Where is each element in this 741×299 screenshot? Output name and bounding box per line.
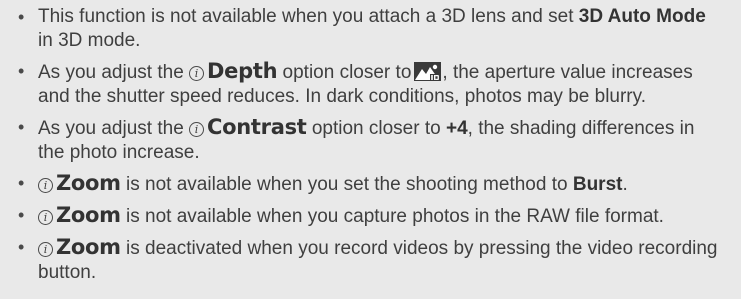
note-text: This function is not available when you … xyxy=(38,6,574,27)
note-text: is not available when you set the shooti… xyxy=(126,174,568,195)
note-text: option closer to xyxy=(311,118,441,139)
note-item: • i Zoom is not available when you captur… xyxy=(16,203,723,229)
note-item: • i Zoom is not available when you set th… xyxy=(16,171,723,197)
notes-list: • This function is not available when yo… xyxy=(16,5,723,285)
note-text: . xyxy=(622,174,628,195)
i-function-label: Zoom xyxy=(56,171,121,195)
i-function-key: i Zoom xyxy=(38,171,121,195)
i-function-icon: i xyxy=(189,66,205,81)
bullet-icon: • xyxy=(18,173,25,193)
note-item: • i Zoom is deactivated when you record v… xyxy=(16,235,723,285)
note-text: in 3D mode. xyxy=(38,30,141,51)
i-function-key: i Zoom xyxy=(38,203,121,227)
note-item: • This function is not available when yo… xyxy=(16,5,723,53)
note-text: As you adjust the xyxy=(38,62,184,83)
i-function-icon: i xyxy=(38,242,53,257)
note-text: is deactivated when you record videos by… xyxy=(38,238,718,283)
i-function-key: i Depth xyxy=(189,59,278,83)
i-function-key: i Contrast xyxy=(189,115,307,139)
i-function-icon: i xyxy=(38,210,53,225)
note-item: • As you adjust the i Contrast option clo… xyxy=(16,115,723,165)
contrast-value: +4 xyxy=(445,118,468,139)
bullet-icon: • xyxy=(18,237,25,257)
note-text: As you adjust the xyxy=(38,118,184,139)
i-function-label: Depth xyxy=(207,59,278,83)
notes-panel: • This function is not available when yo… xyxy=(0,0,741,299)
bullet-icon: • xyxy=(18,7,25,27)
note-text: option closer to xyxy=(282,62,412,83)
note-item: • As you adjust the i Depth option closer… xyxy=(16,59,723,109)
shooting-method-name: Burst xyxy=(572,174,623,195)
i-function-icon: i xyxy=(38,178,53,193)
i-function-label: Zoom xyxy=(56,203,121,227)
i-function-key: i Zoom xyxy=(38,235,121,259)
i-function-label: Contrast xyxy=(207,115,307,139)
mountain-depth-icon xyxy=(414,62,442,81)
i-function-label: Zoom xyxy=(56,235,121,259)
bullet-icon: • xyxy=(18,61,25,81)
i-function-icon: i xyxy=(189,122,205,137)
setting-name: 3D Auto Mode xyxy=(578,6,706,27)
bullet-icon: • xyxy=(18,205,25,225)
note-text: is not available when you capture photos… xyxy=(126,206,664,227)
bullet-icon: • xyxy=(18,117,25,137)
